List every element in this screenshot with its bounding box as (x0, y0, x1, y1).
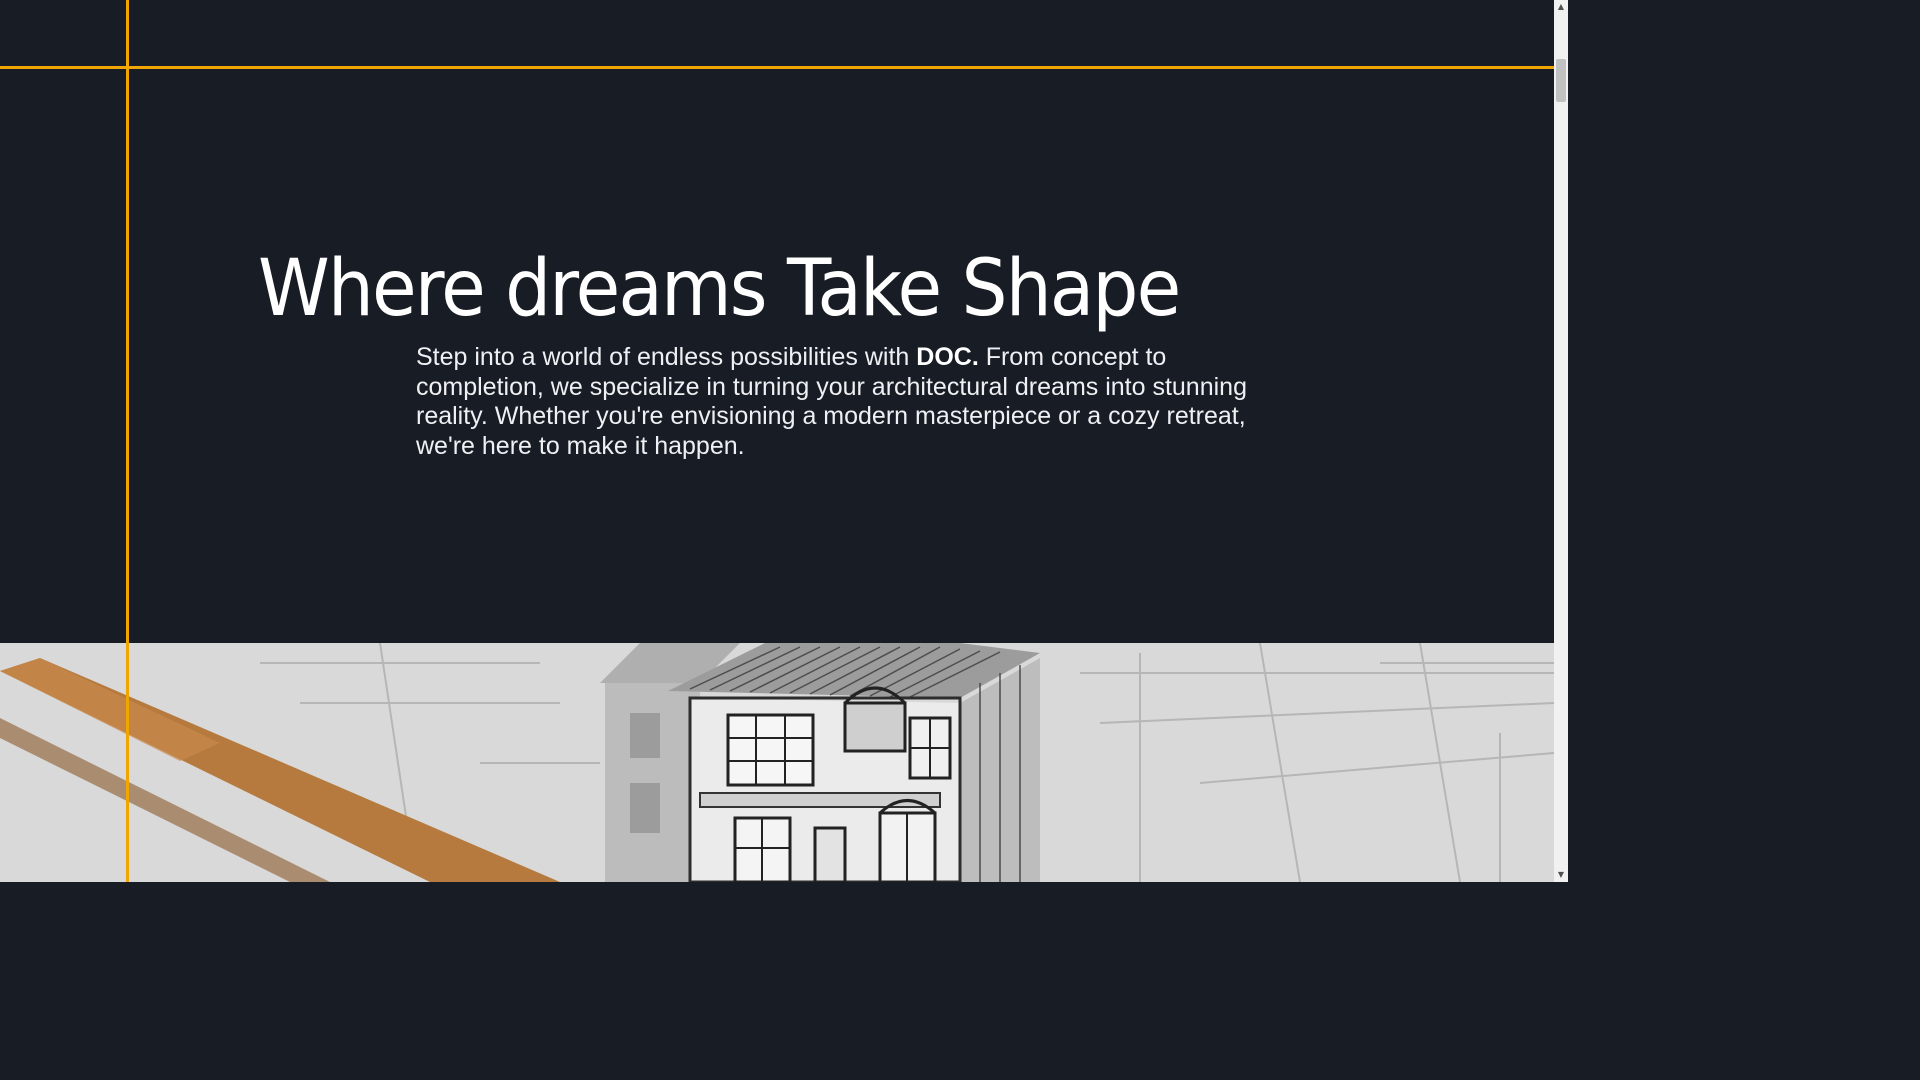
scroll-down-arrow-icon[interactable]: ▼ (1554, 868, 1568, 882)
brand-name: DOC. (916, 343, 979, 371)
accent-horizontal-line (0, 66, 1554, 69)
hero-description: Step into a world of endless possibiliti… (416, 343, 1256, 461)
house-model-image (0, 643, 1554, 882)
scroll-up-arrow-icon[interactable]: ▲ (1554, 0, 1568, 14)
accent-vertical-line (126, 0, 129, 882)
hero-description-intro: Step into a world of endless possibiliti… (416, 343, 917, 371)
page-scrollbar[interactable]: ▲ ▼ (1554, 0, 1568, 882)
page-viewport: Where dreams Take Shape Step into a worl… (0, 0, 1554, 882)
hero-section: Where dreams Take Shape Step into a worl… (0, 0, 1554, 643)
scrollbar-thumb[interactable] (1556, 59, 1566, 102)
hero-title: Where dreams Take Shape (258, 244, 1181, 334)
house-model-illustration (0, 643, 1554, 882)
